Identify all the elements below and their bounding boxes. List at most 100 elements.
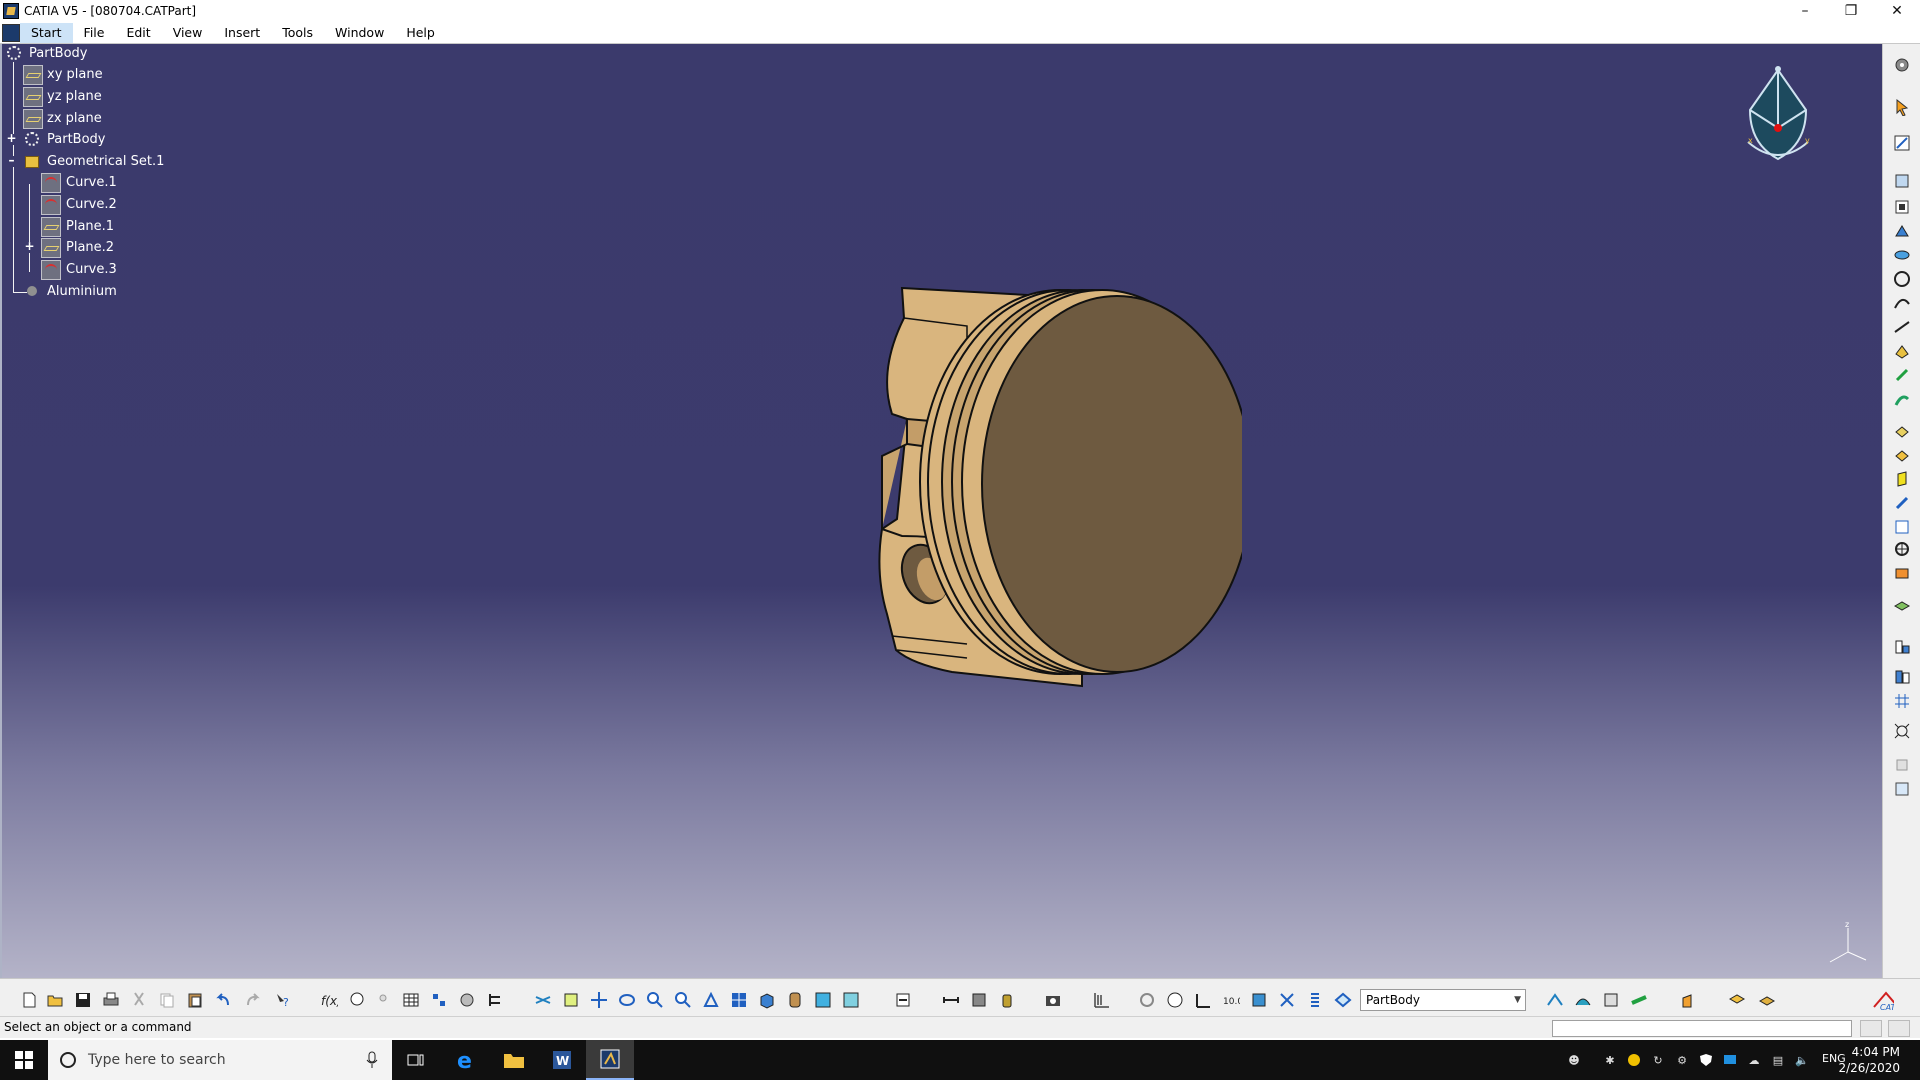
zoom-out-icon[interactable] bbox=[672, 989, 694, 1011]
param-icon[interactable] bbox=[484, 989, 506, 1011]
knowledge-icon[interactable] bbox=[346, 989, 368, 1011]
surface-analysis-icon[interactable] bbox=[1572, 989, 1594, 1011]
constraint-icon[interactable] bbox=[968, 989, 990, 1011]
geometrical-set-icon[interactable] bbox=[23, 152, 43, 172]
whats-this-icon[interactable]: ? bbox=[272, 989, 294, 1011]
plane-icon[interactable] bbox=[41, 217, 61, 237]
fill-icon[interactable] bbox=[1891, 420, 1913, 442]
fillet-icon[interactable] bbox=[1891, 562, 1913, 584]
plane-icon[interactable] bbox=[23, 109, 43, 129]
security-shield-icon[interactable] bbox=[1696, 1050, 1716, 1070]
tree-item-curve-3[interactable]: Curve.3 bbox=[66, 260, 117, 280]
partbody-icon[interactable] bbox=[23, 130, 43, 150]
open-folder-icon[interactable] bbox=[44, 989, 66, 1011]
collapse-minus-icon[interactable]: – bbox=[6, 154, 17, 167]
grid-icon[interactable] bbox=[1891, 690, 1913, 712]
partbody-root-icon[interactable] bbox=[5, 44, 25, 64]
bottle-icon[interactable] bbox=[996, 989, 1018, 1011]
redo-icon[interactable] bbox=[242, 989, 264, 1011]
projection-icon[interactable] bbox=[1891, 244, 1913, 266]
split-icon[interactable] bbox=[1891, 492, 1913, 514]
plane-icon[interactable] bbox=[23, 65, 43, 85]
tree-item-geometrical-set[interactable]: Geometrical Set.1 bbox=[47, 152, 164, 172]
select-arrow-icon[interactable] bbox=[1891, 96, 1913, 118]
iso-view-icon[interactable] bbox=[756, 989, 778, 1011]
grab-hand-icon[interactable] bbox=[1164, 989, 1186, 1011]
toolbar-more-icon[interactable] bbox=[1891, 754, 1913, 776]
taskbar-search-box[interactable]: Type here to search bbox=[48, 1040, 392, 1080]
curve-icon[interactable] bbox=[41, 195, 61, 215]
snap-icon[interactable] bbox=[1891, 720, 1913, 742]
bluetooth-icon[interactable]: ✱ bbox=[1600, 1050, 1620, 1070]
compass-icon[interactable]: x y bbox=[1738, 64, 1818, 164]
plane-icon[interactable] bbox=[23, 87, 43, 107]
expand-plus-icon[interactable]: + bbox=[6, 132, 17, 145]
sync-icon[interactable]: ↻ bbox=[1648, 1050, 1668, 1070]
hand-tool-icon[interactable] bbox=[1676, 989, 1698, 1011]
plane-icon[interactable] bbox=[41, 238, 61, 258]
trim-icon[interactable] bbox=[1891, 516, 1913, 538]
norton-icon[interactable] bbox=[1624, 1050, 1644, 1070]
save-icon[interactable] bbox=[72, 989, 94, 1011]
rotate-icon[interactable] bbox=[616, 989, 638, 1011]
color-analysis-icon[interactable] bbox=[1628, 989, 1650, 1011]
normal-view-icon[interactable] bbox=[700, 989, 722, 1011]
toolbar-extra-icon[interactable] bbox=[1891, 778, 1913, 800]
dimension-icon[interactable] bbox=[940, 989, 962, 1011]
stack-layers-icon[interactable] bbox=[1726, 989, 1748, 1011]
minimize-button[interactable]: – bbox=[1782, 0, 1828, 22]
curve-icon[interactable] bbox=[41, 173, 61, 193]
display-icon[interactable] bbox=[1720, 1050, 1740, 1070]
file-explorer-icon[interactable] bbox=[490, 1040, 538, 1080]
join-icon[interactable] bbox=[1891, 538, 1913, 560]
geometry-analysis-icon[interactable] bbox=[1600, 989, 1622, 1011]
restore-button[interactable]: ❐ bbox=[1828, 0, 1874, 22]
blend-icon[interactable] bbox=[1891, 444, 1913, 466]
volume-muted-icon[interactable]: 🔈 bbox=[1792, 1050, 1812, 1070]
tree-item-yz-plane[interactable]: yz plane bbox=[47, 87, 102, 107]
catia-taskbar-icon[interactable] bbox=[586, 1040, 634, 1080]
scale-icon[interactable]: 10.0 bbox=[1220, 989, 1242, 1011]
paste-icon[interactable] bbox=[184, 989, 206, 1011]
material-icon[interactable] bbox=[23, 282, 43, 302]
expand-plus-icon[interactable]: + bbox=[24, 240, 35, 253]
document-icon[interactable] bbox=[2, 23, 20, 42]
edge-browser-icon[interactable]: e bbox=[442, 1040, 490, 1080]
usb-icon[interactable]: ⚙ bbox=[1672, 1050, 1692, 1070]
measure-icon[interactable] bbox=[1891, 636, 1913, 658]
offset-icon[interactable] bbox=[1891, 468, 1913, 490]
circle-icon[interactable] bbox=[1891, 268, 1913, 290]
cloud-icon[interactable]: ☁ bbox=[1744, 1050, 1764, 1070]
stack-layers-alt-icon[interactable] bbox=[1756, 989, 1778, 1011]
tree-root-partbody[interactable]: PartBody bbox=[29, 44, 87, 64]
swap-visible-icon[interactable] bbox=[840, 989, 862, 1011]
spline-icon[interactable] bbox=[1891, 292, 1913, 314]
menu-file[interactable]: File bbox=[73, 23, 116, 43]
revolve-icon[interactable] bbox=[1891, 364, 1913, 386]
print-icon[interactable] bbox=[100, 989, 122, 1011]
tree-item-plane-2[interactable]: Plane.2 bbox=[66, 238, 114, 258]
rotation-mode-icon[interactable] bbox=[1136, 989, 1158, 1011]
formula-icon[interactable]: f(x) bbox=[318, 989, 340, 1011]
microphone-icon[interactable] bbox=[366, 1051, 378, 1069]
word-icon[interactable]: W bbox=[538, 1040, 586, 1080]
menu-tools[interactable]: Tools bbox=[271, 23, 324, 43]
point-icon[interactable] bbox=[1891, 170, 1913, 192]
menu-start[interactable]: Start bbox=[20, 22, 73, 43]
catia-app-icon[interactable] bbox=[3, 3, 19, 19]
analysis-icon[interactable] bbox=[1891, 666, 1913, 688]
tree-item-curve-2[interactable]: Curve.2 bbox=[66, 195, 117, 215]
task-view-icon[interactable] bbox=[392, 1040, 440, 1080]
menu-insert[interactable]: Insert bbox=[213, 23, 271, 43]
3d-viewport[interactable]: PartBody xy plane yz plane zx plane + Pa… bbox=[0, 44, 1882, 978]
fly-mode-icon[interactable] bbox=[532, 989, 554, 1011]
publish-icon[interactable] bbox=[456, 989, 478, 1011]
menu-window[interactable]: Window bbox=[324, 23, 395, 43]
settings-gear-icon[interactable] bbox=[1891, 54, 1913, 76]
undo-icon[interactable] bbox=[212, 989, 234, 1011]
status-button-1[interactable] bbox=[1860, 1020, 1882, 1037]
sketch-icon[interactable] bbox=[1891, 132, 1913, 154]
people-icon[interactable]: ☻ bbox=[1564, 1050, 1584, 1070]
snap-point-icon[interactable] bbox=[1276, 989, 1298, 1011]
tree-item-curve-1[interactable]: Curve.1 bbox=[66, 173, 117, 193]
